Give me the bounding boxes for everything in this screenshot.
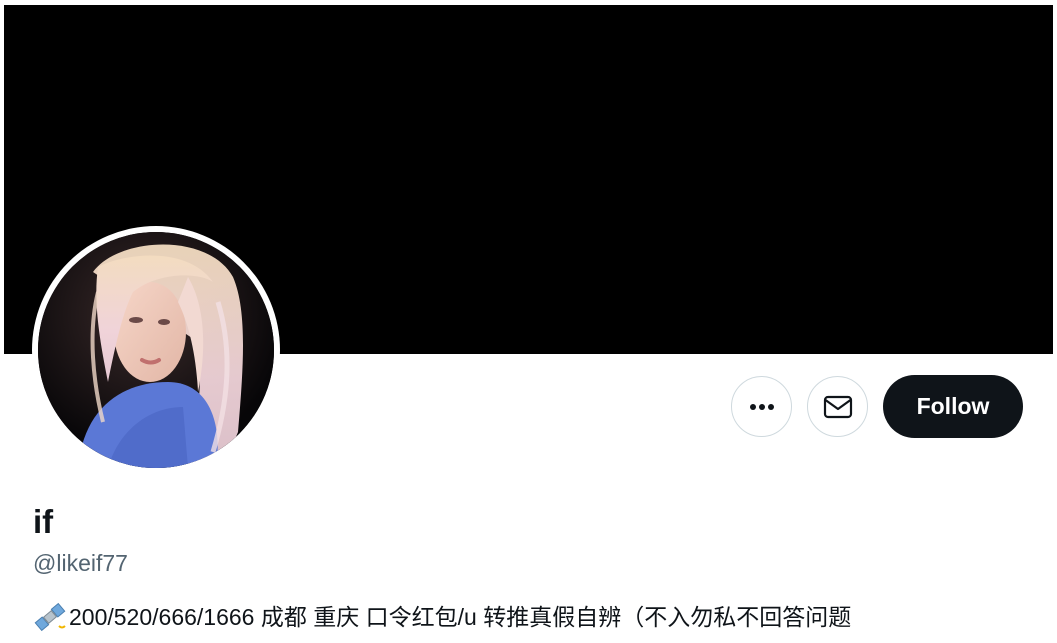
envelope-icon [823,395,852,418]
more-horizontal-icon [749,403,774,410]
display-name: if [33,503,54,540]
avatar-ring [32,226,280,474]
bio-text: 200/520/666/1666 成都 重庆 口令红包/u 转推真假自辨（不入勿… [69,604,852,630]
message-button[interactable] [807,376,868,437]
user-handle: @likeif77 [33,550,128,576]
satellite-icon [34,602,66,632]
avatar[interactable] [38,232,274,468]
more-button[interactable] [731,376,792,437]
avatar-photo [38,232,274,468]
follow-button[interactable]: Follow [883,375,1023,438]
profile-page: Follow if @likeif77 200/520/666/1666 成都 … [0,0,1057,643]
profile-actions: Follow [731,375,1023,438]
profile-bio: 200/520/666/1666 成都 重庆 口令红包/u 转推真假自辨（不入勿… [33,601,851,633]
